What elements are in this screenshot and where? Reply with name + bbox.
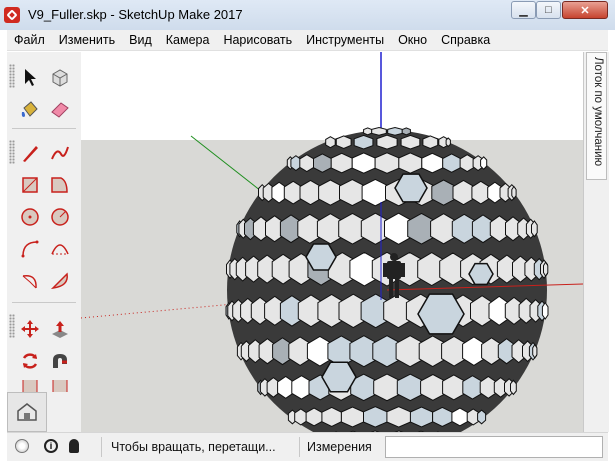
sphere-cell xyxy=(459,154,475,173)
eraser-icon[interactable] xyxy=(47,96,73,122)
3d-warehouse-icon[interactable] xyxy=(7,392,47,432)
sphere-cell xyxy=(335,135,352,150)
menu-help[interactable]: Справка xyxy=(434,30,497,50)
sphere-cell xyxy=(541,301,549,320)
sphere-cell xyxy=(511,185,517,200)
sphere-cell xyxy=(283,180,303,205)
sphere-cell xyxy=(376,134,398,150)
toolbar-grip[interactable] xyxy=(9,314,15,338)
sphere-cell xyxy=(387,126,403,136)
sphere-cell xyxy=(543,261,549,278)
rotated-rectangle-icon[interactable] xyxy=(47,172,73,198)
geo-location-icon[interactable] xyxy=(15,439,29,453)
paint-bucket-icon[interactable] xyxy=(17,96,43,122)
menu-edit[interactable]: Изменить xyxy=(52,30,122,50)
measurements-input[interactable] xyxy=(385,436,603,458)
toolbar-grip[interactable] xyxy=(9,64,15,88)
sphere-cell xyxy=(462,375,483,400)
sphere-cell xyxy=(305,407,323,427)
sphere-cell xyxy=(445,137,451,148)
sphere-cell xyxy=(374,152,400,174)
sphere-cell xyxy=(371,126,387,136)
sphere-cell xyxy=(398,152,423,174)
sphere-cell xyxy=(351,152,376,174)
sphere-cell xyxy=(477,409,487,425)
rectangle-icon[interactable] xyxy=(17,172,43,198)
sphere-cell xyxy=(313,153,332,173)
model-scene[interactable] xyxy=(81,52,583,432)
sphere-cell xyxy=(294,408,308,426)
sphere-cell xyxy=(353,134,374,150)
sphere-cell xyxy=(409,406,434,428)
sphere-cell xyxy=(471,180,491,205)
info-icon[interactable]: i xyxy=(44,439,58,453)
drawing-viewport[interactable] xyxy=(81,52,583,432)
status-bar: i Чтобы вращать, перетащи... Измерения xyxy=(7,432,608,461)
sphere-cell xyxy=(510,379,517,396)
sphere-cell xyxy=(442,153,461,173)
sphere-cell xyxy=(400,134,421,150)
sphere-cell xyxy=(386,406,411,428)
menu-bar: Файл Изменить Вид Камера Нарисовать Инст… xyxy=(7,30,608,51)
sketchup-app-icon[interactable] xyxy=(4,7,20,23)
menu-file[interactable]: Файл xyxy=(7,30,52,50)
sphere-large-cell xyxy=(305,243,337,271)
toolbar-grip[interactable] xyxy=(9,140,15,164)
sphere-cell xyxy=(325,136,336,149)
title-bar: V9_Fuller.skp - SketchUp Make 2017 ▁ □ ✕ xyxy=(0,0,615,30)
tray-label: Лоток по умолчанию xyxy=(592,57,604,167)
sphere-large-cell xyxy=(394,173,428,203)
pie-icon[interactable] xyxy=(47,268,73,294)
menu-view[interactable]: Вид xyxy=(122,30,159,50)
sphere-cell xyxy=(321,406,342,427)
sphere-cell xyxy=(401,127,411,136)
menu-draw[interactable]: Нарисовать xyxy=(216,30,299,50)
menu-tools[interactable]: Инструменты xyxy=(299,30,391,50)
freehand-icon[interactable] xyxy=(47,140,73,166)
two-point-arc-icon[interactable] xyxy=(47,236,73,262)
sphere-cell xyxy=(422,135,439,150)
sphere-cell xyxy=(480,156,488,170)
window-title: V9_Fuller.skp - SketchUp Make 2017 xyxy=(28,7,243,22)
sphere-cell xyxy=(340,406,365,428)
make-component-icon[interactable] xyxy=(47,64,73,90)
status-hint: Чтобы вращать, перетащи... xyxy=(111,440,276,454)
move-icon[interactable] xyxy=(17,316,43,342)
measurements-label: Измерения xyxy=(307,440,372,454)
sphere-cell xyxy=(421,152,444,174)
polygon-icon[interactable] xyxy=(47,204,73,230)
default-tray: Лоток по умолчанию xyxy=(583,52,609,432)
sphere-cell xyxy=(299,154,315,173)
push-pull-icon[interactable] xyxy=(47,316,73,342)
large-tool-set-toolbar xyxy=(7,52,82,392)
select-arrow-icon[interactable] xyxy=(17,64,43,90)
sphere-cell xyxy=(432,406,453,427)
menu-camera[interactable]: Камера xyxy=(159,30,217,50)
offset-icon[interactable] xyxy=(47,380,73,392)
sphere-cell xyxy=(532,343,538,359)
sphere-large-cell xyxy=(321,361,357,393)
menu-window[interactable]: Окно xyxy=(391,30,434,50)
sphere-cell xyxy=(451,407,469,427)
follow-me-icon[interactable] xyxy=(47,348,73,374)
sphere-cell xyxy=(531,220,538,238)
rotate-icon[interactable] xyxy=(17,348,43,374)
sphere-cell xyxy=(363,127,373,136)
close-button[interactable]: ✕ xyxy=(562,1,608,19)
sphere-cell xyxy=(330,152,353,174)
maximize-button[interactable]: □ xyxy=(536,1,561,19)
three-point-arc-icon[interactable] xyxy=(17,268,43,294)
scale-icon[interactable] xyxy=(17,380,43,392)
sphere-cell xyxy=(291,375,312,400)
circle-icon[interactable] xyxy=(17,204,43,230)
line-pencil-icon[interactable] xyxy=(17,140,43,166)
tray-tab[interactable]: Лоток по умолчанию xyxy=(586,52,607,180)
sphere-cell xyxy=(363,406,388,428)
minimize-button[interactable]: ▁ xyxy=(511,1,536,19)
user-credit-icon[interactable] xyxy=(69,439,79,453)
arc-icon[interactable] xyxy=(17,236,43,262)
sphere-large-cell xyxy=(468,262,494,286)
